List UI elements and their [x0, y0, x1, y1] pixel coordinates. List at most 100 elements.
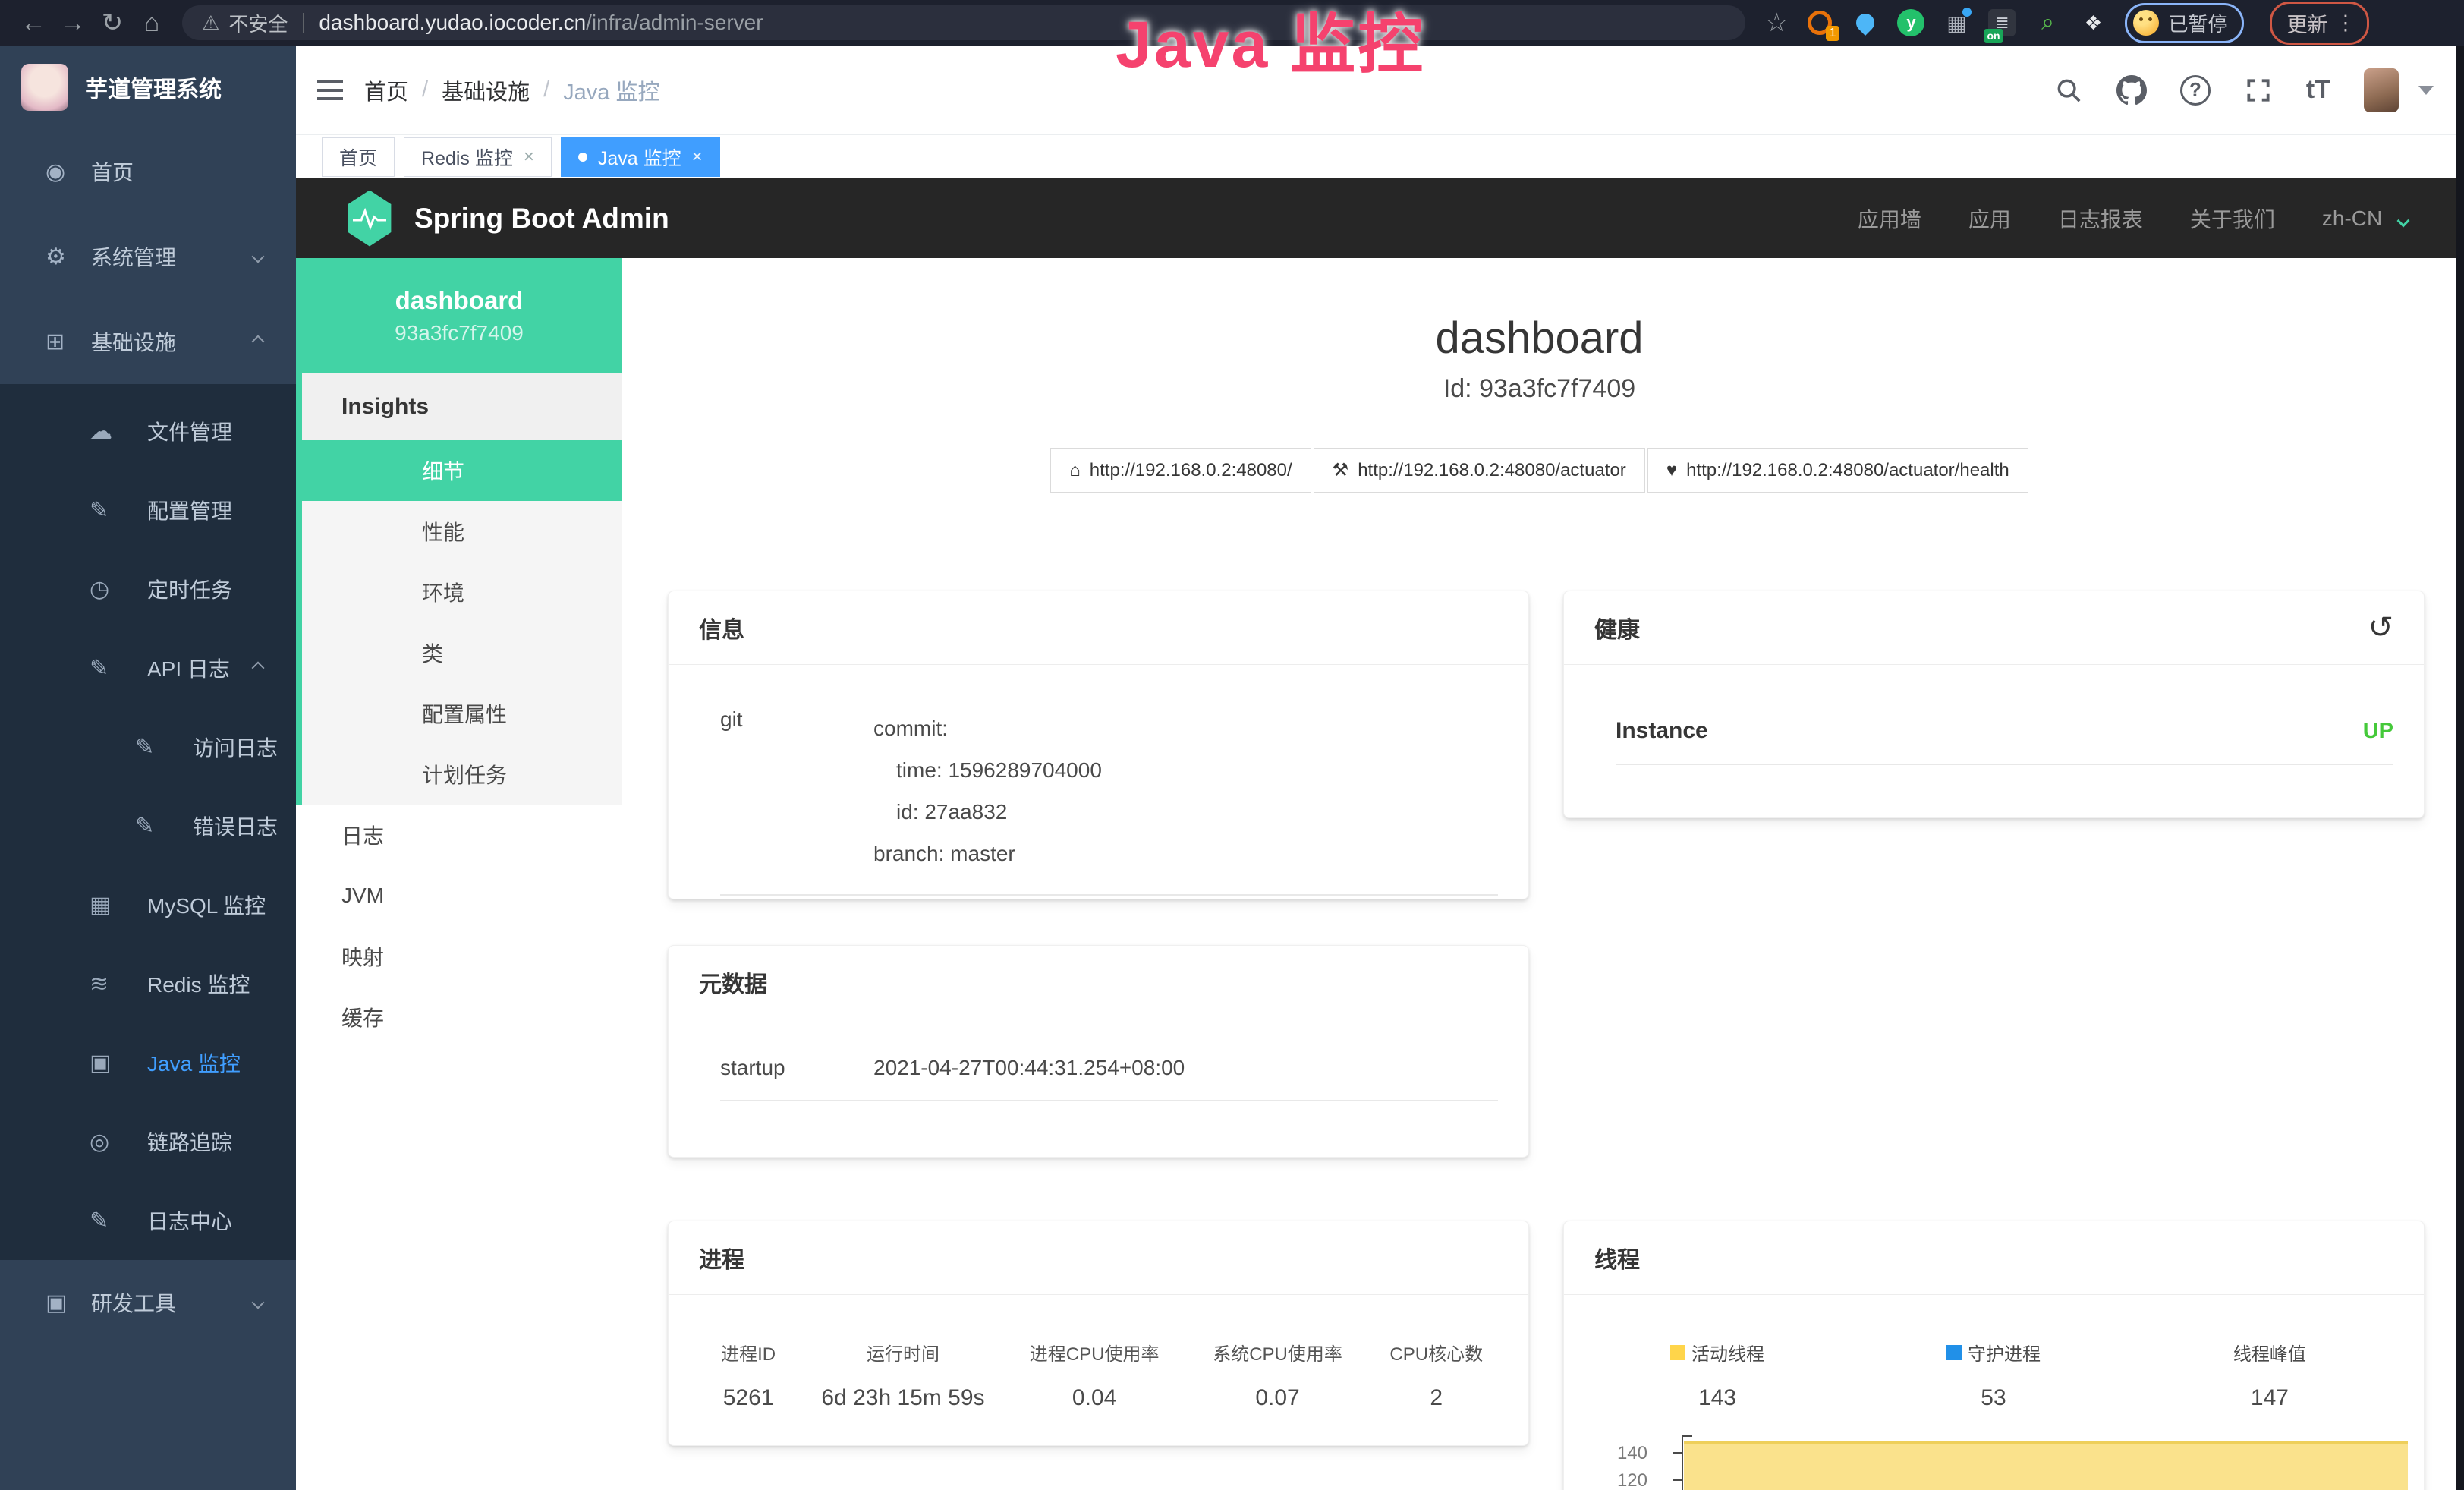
sba-logo-icon[interactable] — [345, 191, 395, 247]
close-icon[interactable]: × — [692, 146, 703, 168]
breadcrumb-home[interactable]: 首页 — [364, 74, 408, 106]
sba-language-select[interactable]: zh-CN — [2322, 206, 2408, 231]
github-icon[interactable] — [2116, 75, 2147, 106]
sidebar-item-mysql-monitor[interactable]: ▦ MySQL 监控 — [0, 865, 296, 944]
sba-brand-title[interactable]: Spring Boot Admin — [414, 203, 669, 235]
endpoint-root-button[interactable]: ⌂ http://192.168.0.2:48080/ — [1050, 448, 1311, 493]
extension-colorpicker-icon[interactable]: 1 — [1806, 9, 1833, 36]
y-tick-120: 120 — [1564, 1470, 1647, 1490]
tab-java-monitor[interactable]: Java 监控 × — [561, 137, 720, 177]
security-label[interactable]: 不安全 — [228, 9, 288, 37]
avatar-caret-icon[interactable] — [2418, 86, 2434, 95]
profile-paused-chip[interactable]: 已暂停 — [2125, 3, 2243, 43]
chevron-down-icon — [252, 250, 265, 263]
extension-y-icon[interactable]: y — [1897, 9, 1924, 36]
back-icon[interactable]: ← — [14, 3, 53, 43]
sba-item-environment[interactable]: 环境 — [302, 562, 622, 622]
app-logo-row[interactable]: 芋道管理系统 — [0, 46, 296, 129]
reload-icon[interactable]: ↻ — [93, 3, 132, 43]
sidebar-item-dev-tools[interactable]: ▣ 研发工具 — [0, 1260, 296, 1345]
scrollbar[interactable] — [2456, 46, 2464, 1490]
process-card: 进程 进程ID 运行时间 进程CPU使用率 系统CPU使用率 CPU核心数 52… — [668, 1221, 1529, 1446]
sba-item-classes[interactable]: 类 — [302, 622, 622, 683]
url-path[interactable]: /infra/admin-server — [586, 11, 763, 35]
url-host[interactable]: dashboard.yudao.iocoder.cn — [319, 11, 586, 35]
sidebar-item-redis-monitor[interactable]: ≋ Redis 监控 — [0, 944, 296, 1023]
extension-pin-icon[interactable] — [1852, 9, 1879, 36]
home-icon[interactable]: ⌂ — [132, 3, 172, 43]
sidebar-item-home[interactable]: ◉ 首页 — [0, 129, 296, 214]
sba-item-caches[interactable]: 缓存 — [296, 987, 622, 1047]
sidebar-item-trace[interactable]: ◎ 链路追踪 — [0, 1102, 296, 1181]
endpoint-health-button[interactable]: ♥ http://192.168.0.2:48080/actuator/heal… — [1647, 448, 2028, 493]
forward-icon[interactable]: → — [53, 3, 93, 43]
sidebar-item-infra[interactable]: ⊞ 基础设施 — [0, 299, 296, 384]
help-icon[interactable]: ? — [2180, 75, 2211, 106]
sidebar-item-error-log[interactable]: ✎ 错误日志 — [0, 786, 296, 865]
sba-item-metrics[interactable]: 性能 — [302, 501, 622, 562]
browser-update-button[interactable]: 更新 ⋮ — [2270, 2, 2369, 45]
extension-grid-icon[interactable]: ▦ — [1943, 9, 1970, 36]
sidebar-item-scheduled-jobs[interactable]: ◷ 定时任务 — [0, 550, 296, 628]
close-icon[interactable]: × — [524, 146, 534, 168]
toolbox-icon: ▣ — [46, 1290, 91, 1316]
endpoint-actuator-button[interactable]: ⚒ http://192.168.0.2:48080/actuator — [1314, 448, 1645, 493]
sba-item-details[interactable]: 细节 — [296, 440, 622, 501]
extensions-area: ☆ 1 y ▦ ≣ on ⌕ ❖ 已暂停 更新 ⋮ — [1765, 2, 2369, 45]
warning-icon: ⚠ — [202, 11, 219, 35]
process-table: 进程ID 运行时间 进程CPU使用率 系统CPU使用率 CPU核心数 5261 … — [669, 1295, 1528, 1411]
extension-switch-icon[interactable]: ≣ on — [1988, 9, 2016, 36]
insights-section-label[interactable]: Insights — [302, 373, 622, 440]
sba-nav-journal[interactable]: 日志报表 — [2058, 203, 2143, 234]
layers-icon: ≋ — [90, 971, 147, 997]
fullscreen-icon[interactable] — [2244, 76, 2273, 105]
sidebar-item-file-manage[interactable]: ☁ 文件管理 — [0, 392, 296, 471]
sba-nav-applications[interactable]: 应用 — [1968, 203, 2011, 234]
menu-kebab-icon[interactable]: ⋮ — [2336, 13, 2356, 33]
sidebar-item-java-monitor[interactable]: ▣ Java 监控 — [0, 1023, 296, 1102]
sidebar-item-system[interactable]: ⚙ 系统管理 — [0, 214, 296, 299]
extension-search-icon[interactable]: ⌕ — [2034, 9, 2061, 36]
sidebar-item-config-manage[interactable]: ✎ 配置管理 — [0, 471, 296, 550]
sidebar-item-api-log[interactable]: ✎ API 日志 — [0, 628, 296, 707]
chevron-up-icon — [252, 662, 265, 675]
sba-item-jvm[interactable]: JVM — [296, 865, 622, 926]
active-dot — [578, 153, 587, 162]
wrench-icon: ⚒ — [1333, 459, 1349, 481]
instance-header[interactable]: dashboard 93a3fc7f7409 — [296, 258, 622, 373]
paused-label: 已暂停 — [2168, 9, 2227, 37]
breadcrumb-infra[interactable]: 基础设施 — [442, 74, 530, 106]
font-size-icon[interactable]: tT — [2306, 75, 2330, 105]
search-icon[interactable] — [2054, 76, 2083, 105]
sba-sidebar: dashboard 93a3fc7f7409 Insights 细节 性能 环境… — [296, 258, 622, 1490]
history-icon[interactable]: ↺ — [2368, 613, 2393, 643]
admin-sidebar: 芋道管理系统 ◉ 首页 ⚙ 系统管理 ⊞ 基础设施 ☁ 文件管理 ✎ 配置管理 … — [0, 46, 296, 1490]
sidebar-item-access-log[interactable]: ✎ 访问日志 — [0, 707, 296, 786]
sba-nav-wallboard[interactable]: 应用墙 — [1858, 203, 1921, 234]
eye-icon: ◎ — [90, 1129, 147, 1155]
divider — [303, 13, 304, 33]
info-card-title: 信息 — [669, 591, 1528, 665]
startup-row: startup 2021-04-27T00:44:31.254+08:00 — [669, 1019, 1528, 1080]
tab-home[interactable]: 首页 — [322, 137, 395, 177]
process-card-title: 进程 — [669, 1221, 1528, 1295]
threads-card-title: 线程 — [1564, 1221, 2424, 1295]
sba-item-logs[interactable]: 日志 — [296, 805, 622, 865]
user-avatar[interactable] — [2364, 68, 2399, 112]
sba-item-mappings[interactable]: 映射 — [296, 926, 622, 987]
infra-submenu: ☁ 文件管理 ✎ 配置管理 ◷ 定时任务 ✎ API 日志 ✎ 访问日志 ✎ 错… — [0, 384, 296, 1260]
health-instance-row: Instance UP — [1564, 665, 2424, 744]
sba-nav-about[interactable]: 关于我们 — [2190, 203, 2275, 234]
endpoint-buttons: ⌂ http://192.168.0.2:48080/ ⚒ http://192… — [622, 448, 2456, 493]
y-axis — [1682, 1435, 1683, 1490]
sidebar-item-log-center[interactable]: ✎ 日志中心 — [0, 1181, 296, 1260]
extensions-puzzle-icon[interactable]: ❖ — [2079, 9, 2107, 36]
legend-square-daemon — [1946, 1345, 1962, 1360]
sidebar-fold-icon[interactable] — [296, 89, 364, 92]
sba-item-scheduled-tasks[interactable]: 计划任务 — [302, 744, 622, 805]
address-bar[interactable]: ⚠ 不安全 dashboard.yudao.iocoder.cn /infra/… — [182, 5, 1745, 40]
sba-item-config-props[interactable]: 配置属性 — [302, 683, 622, 744]
y-axis-cap — [1682, 1435, 1692, 1437]
tab-redis-monitor[interactable]: Redis 监控 × — [404, 137, 552, 177]
bookmark-star-icon[interactable]: ☆ — [1765, 8, 1788, 38]
